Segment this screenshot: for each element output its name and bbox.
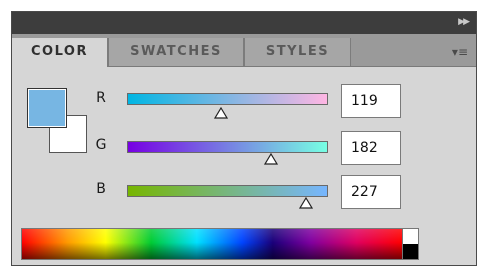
color-spectrum-bar[interactable]: [21, 228, 403, 260]
green-slider[interactable]: [127, 141, 328, 153]
blue-channel-label: B: [96, 181, 106, 197]
tab-styles[interactable]: STYLES: [244, 38, 351, 66]
tab-color[interactable]: COLOR: [12, 38, 108, 67]
black-white-swatch[interactable]: [403, 228, 419, 260]
red-slider-thumb[interactable]: [213, 107, 228, 119]
green-slider-thumb[interactable]: [263, 153, 278, 165]
panel-tab-bar: COLOR SWATCHES STYLES ▾≡: [12, 34, 476, 67]
red-value-input[interactable]: 119: [341, 84, 401, 118]
blue-slider-thumb[interactable]: [298, 197, 313, 209]
spectrum-shading: [22, 229, 402, 259]
green-value-input[interactable]: 182: [341, 131, 401, 165]
white-swatch[interactable]: [403, 229, 418, 244]
foreground-color-swatch[interactable]: [27, 88, 67, 128]
red-slider[interactable]: [127, 93, 328, 105]
red-channel-label: R: [96, 90, 106, 106]
panel-title-bar[interactable]: ▶▶: [12, 12, 476, 34]
color-panel: ▶▶ COLOR SWATCHES STYLES ▾≡ R 119 G 182 …: [11, 11, 477, 266]
black-swatch[interactable]: [403, 244, 418, 259]
tab-swatches[interactable]: SWATCHES: [108, 38, 244, 66]
green-channel-label: G: [95, 137, 107, 153]
panel-menu-icon[interactable]: ▾≡: [452, 46, 468, 58]
blue-value-input[interactable]: 227: [341, 175, 401, 209]
blue-slider[interactable]: [127, 185, 328, 197]
double-chevron-right-icon[interactable]: ▶▶: [458, 17, 470, 27]
